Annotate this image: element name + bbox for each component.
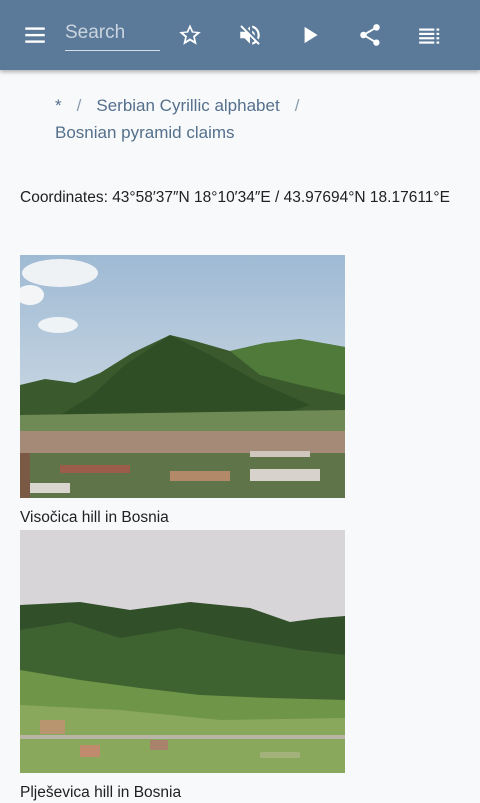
breadcrumb-separator: / [76,96,82,115]
mute-button[interactable] [230,15,270,55]
star-icon [179,24,201,45]
search-input[interactable] [65,15,160,50]
menu-button[interactable] [15,15,55,55]
breadcrumb-item-serbian-cyrillic[interactable]: Serbian Cyrillic alphabet [96,96,279,115]
breadcrumb-separator: / [294,96,300,115]
search-field-container [65,15,160,51]
app-bar [0,0,480,70]
breadcrumb-item-home[interactable]: * [55,96,62,115]
toc-icon [419,28,440,44]
table-of-contents-button[interactable] [410,15,450,55]
coordinates-text: Coordinates: 43°58′37″N 18°10′34″E / 43.… [20,189,450,206]
share-button[interactable] [350,15,390,55]
volume-off-icon [240,25,260,45]
figure-caption: Plješevica hill in Bosnia [20,784,182,801]
figure-caption: Visočica hill in Bosnia [20,509,169,526]
play-icon [304,26,318,44]
share-icon [360,24,380,46]
pljesevica-hill-image[interactable] [20,530,345,773]
figure-pljesevica: Plješevica hill in Bosnia [20,530,345,803]
figure-visocica: Visočica hill in Bosnia [20,255,345,528]
visocica-hill-image[interactable] [20,255,345,498]
play-button[interactable] [290,15,330,55]
bookmark-button[interactable] [170,15,210,55]
menu-icon [25,27,45,43]
breadcrumb-item-current[interactable]: Bosnian pyramid claims [55,123,235,142]
breadcrumb: * / Serbian Cyrillic alphabet / Bosnian pyr… [55,92,455,146]
